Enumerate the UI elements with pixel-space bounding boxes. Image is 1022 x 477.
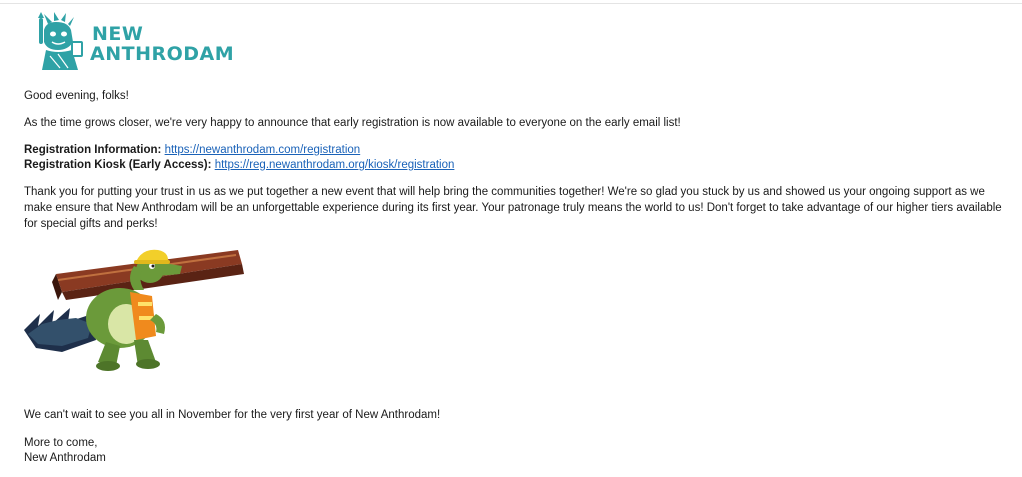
registration-kiosk-label: Registration Kiosk (Early Access): [24, 159, 212, 171]
logo-line-1: NEW [92, 23, 144, 45]
top-divider [0, 3, 1022, 4]
announcement-paragraph: As the time grows closer, we're very hap… [24, 117, 681, 129]
new-anthrodam-logo: NEW ANTHRODAM [38, 12, 256, 72]
registration-kiosk-line: Registration Kiosk (Early Access): https… [24, 157, 454, 173]
signoff: More to come, [24, 437, 98, 449]
registration-kiosk-link[interactable]: https://reg.newanthrodam.org/kiosk/regis… [215, 159, 455, 171]
liberty-cat-mascot-icon [38, 12, 83, 70]
signature: New Anthrodam [24, 452, 106, 464]
alligator-carrying-beam-illustration [24, 249, 244, 371]
registration-info-label: Registration Information: [24, 144, 162, 156]
greeting: Good evening, folks! [24, 90, 129, 102]
logo-wordmark: NEW ANTHRODAM [90, 23, 235, 65]
thanks-paragraph: Thank you for putting your trust in us a… [24, 186, 1002, 230]
logo-line-2: ANTHRODAM [90, 43, 235, 65]
closing-line: We can't wait to see you all in November… [24, 409, 441, 421]
registration-info-line: Registration Information: https://newant… [24, 142, 360, 158]
registration-info-link[interactable]: https://newanthrodam.com/registration [165, 144, 361, 156]
